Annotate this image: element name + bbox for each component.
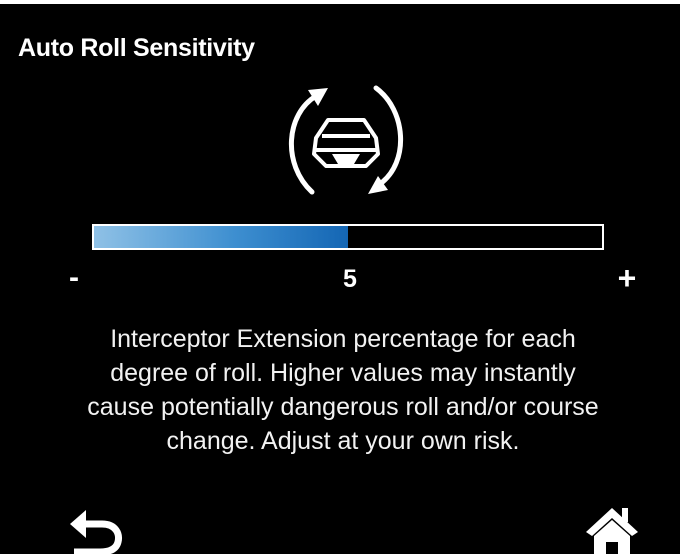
- description-line: change. Adjust at your own risk.: [166, 427, 520, 455]
- sensitivity-screen: Auto Roll Sensitivity - 5 + Interceptor …: [0, 4, 680, 554]
- increase-button[interactable]: +: [612, 258, 642, 298]
- description-text: Interceptor Extension percentage for eac…: [8, 322, 678, 458]
- description-line: Interceptor Extension percentage for eac…: [110, 325, 576, 353]
- boat-roll-icon: [289, 85, 403, 195]
- back-arrow-icon[interactable]: [62, 504, 126, 554]
- page-title: Auto Roll Sensitivity: [18, 34, 255, 62]
- home-icon[interactable]: [582, 504, 642, 554]
- sensitivity-slider[interactable]: [92, 224, 604, 250]
- description-line: degree of roll. Higher values may instan…: [110, 359, 576, 387]
- decrease-button[interactable]: -: [62, 258, 86, 298]
- slider-fill: [94, 226, 348, 248]
- description-line: cause potentially dangerous roll and/or …: [87, 393, 599, 421]
- sensitivity-value: 5: [343, 265, 357, 293]
